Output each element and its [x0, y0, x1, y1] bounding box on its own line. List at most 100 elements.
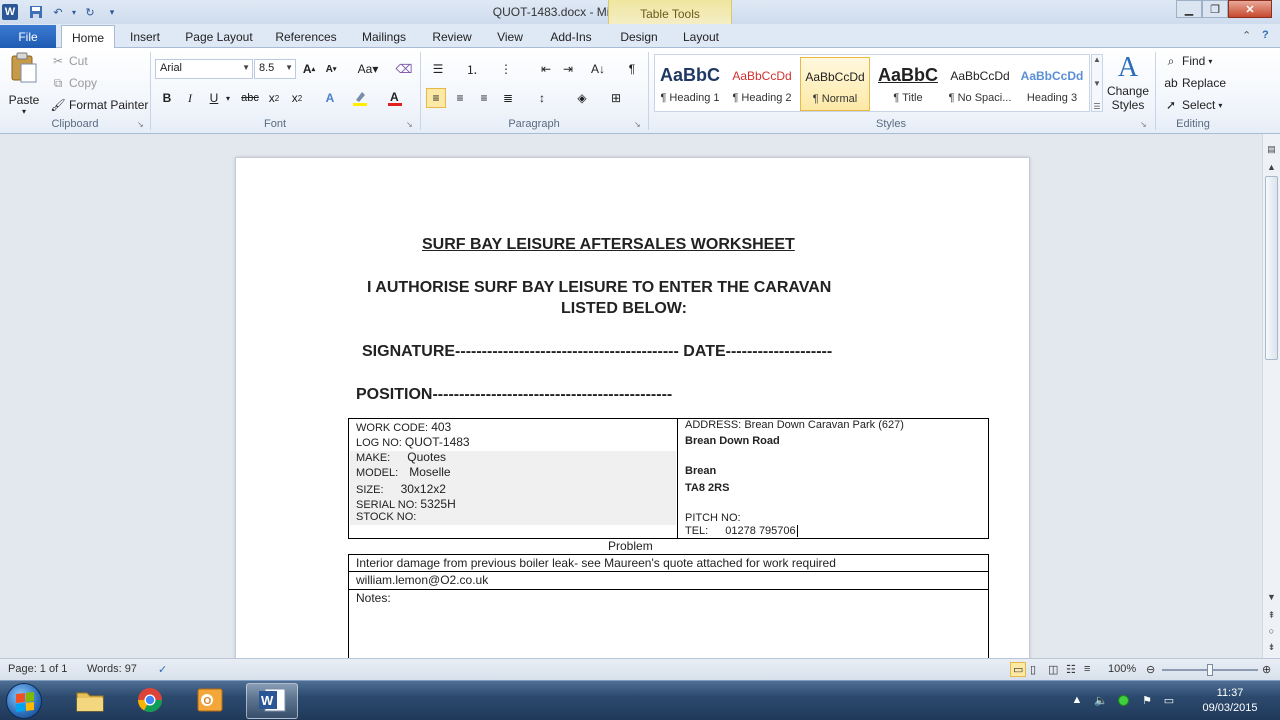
scroll-up-icon[interactable]: ▲	[1263, 160, 1280, 174]
clipboard-launcher-icon[interactable]: ↘	[137, 120, 144, 129]
copy-button[interactable]: ⧉ Copy	[50, 75, 97, 91]
file-explorer-taskbar-button[interactable]	[64, 683, 116, 719]
paragraph-launcher-icon[interactable]: ↘	[634, 120, 641, 129]
save-icon[interactable]	[28, 4, 44, 20]
line-spacing-icon[interactable]: ↕	[532, 88, 552, 108]
align-right-icon[interactable]: ≡	[474, 88, 494, 108]
vertical-scrollbar[interactable]: ▤ ▲ ▼ ⇞ ○ ⇟	[1262, 134, 1280, 658]
tab-page-layout[interactable]: Page Layout	[180, 25, 258, 48]
bullets-icon[interactable]: ☰	[428, 59, 448, 79]
notes-box[interactable]: Notes:	[348, 589, 989, 658]
borders-icon[interactable]: ⊞	[606, 88, 626, 108]
network-status-icon[interactable]	[1116, 693, 1130, 707]
sort-icon[interactable]: A↓	[588, 59, 608, 79]
tab-references[interactable]: References	[270, 25, 342, 48]
tab-view[interactable]: View	[490, 25, 530, 48]
style-heading-3[interactable]: AaBbCcDd Heading 3	[1017, 57, 1087, 111]
change-styles-button[interactable]: A Change Styles	[1106, 52, 1150, 112]
style-heading-1[interactable]: AaBbC ¶ Heading 1	[655, 57, 725, 111]
proofing-icon[interactable]: ✓	[158, 663, 167, 676]
font-name-combo[interactable]: Arial ▼	[155, 59, 253, 79]
decrease-indent-icon[interactable]: ⇤	[536, 59, 556, 79]
redo-icon[interactable]: ↻	[82, 4, 98, 20]
outlook-taskbar-button[interactable]: O	[184, 683, 236, 719]
style-normal[interactable]: AaBbCcDd ¶ Normal	[800, 57, 870, 111]
chrome-taskbar-button[interactable]	[124, 683, 176, 719]
tab-review[interactable]: Review	[426, 25, 478, 48]
show-hidden-icons-icon[interactable]: ▲	[1070, 693, 1084, 707]
word-app-icon[interactable]: W	[2, 4, 18, 20]
customize-toolbar-icon[interactable]: ▾	[104, 4, 120, 20]
draft-icon[interactable]: ≡	[1084, 663, 1090, 675]
close-button[interactable]: ✕	[1228, 0, 1272, 18]
shading-icon[interactable]: ◈	[572, 88, 592, 108]
previous-page-icon[interactable]: ⇞	[1263, 608, 1280, 622]
document-page[interactable]: SURF BAY LEISURE AFTERSALES WORKSHEET I …	[235, 157, 1030, 658]
zoom-in-icon[interactable]: ⊕	[1262, 663, 1271, 676]
bold-icon[interactable]: B	[157, 88, 177, 108]
zoom-level[interactable]: 100%	[1108, 663, 1136, 675]
italic-icon[interactable]: I	[180, 88, 200, 108]
web-layout-icon[interactable]: ◫	[1048, 663, 1058, 676]
pilcrow-icon[interactable]: ¶	[622, 59, 642, 79]
undo-icon[interactable]: ↶	[50, 4, 66, 20]
numbering-icon[interactable]: ⒈	[462, 59, 482, 79]
tab-insert[interactable]: Insert	[122, 25, 168, 48]
underline-dropdown-icon[interactable]: ▾	[222, 88, 234, 108]
tab-design[interactable]: Design	[612, 25, 666, 48]
replace-button[interactable]: ab Replace	[1163, 75, 1226, 91]
outline-icon[interactable]: ☷	[1066, 663, 1076, 676]
minimize-button[interactable]: ▁	[1176, 0, 1202, 18]
zoom-out-icon[interactable]: ⊖	[1146, 663, 1155, 676]
word-count[interactable]: Words: 97	[87, 663, 137, 675]
minimize-ribbon-icon[interactable]: ⌃	[1242, 29, 1251, 42]
display-icon[interactable]: ▭	[1162, 693, 1176, 707]
select-button[interactable]: ➚ Select ▾	[1163, 97, 1222, 113]
superscript-icon[interactable]: x2	[287, 88, 307, 108]
style-title[interactable]: AaBbC ¶ Title	[873, 57, 943, 111]
print-layout-icon[interactable]: ▭	[1010, 662, 1027, 677]
subscript-icon[interactable]: x2	[264, 88, 284, 108]
increase-indent-icon[interactable]: ⇥	[558, 59, 578, 79]
undo-dropdown-icon[interactable]: ▾	[66, 4, 82, 20]
paste-button[interactable]: Paste ▾	[6, 52, 42, 116]
styles-scroll[interactable]: ▲ ▼ ☰	[1091, 54, 1103, 112]
underline-icon[interactable]: U	[204, 88, 224, 108]
tab-home[interactable]: Home	[61, 25, 115, 49]
clear-formatting-icon[interactable]: ⌫	[394, 59, 414, 79]
tab-mailings[interactable]: Mailings	[354, 25, 414, 48]
volume-icon[interactable]: 🔈	[1094, 693, 1108, 707]
font-color-icon[interactable]: A	[385, 88, 405, 108]
full-screen-reading-icon[interactable]: ▯	[1030, 663, 1036, 676]
strikethrough-icon[interactable]: abc	[240, 88, 260, 108]
cut-button[interactable]: ✂ Cut	[50, 53, 88, 69]
tab-add-ins[interactable]: Add-Ins	[542, 25, 600, 48]
highlight-icon[interactable]	[350, 88, 370, 108]
word-taskbar-button[interactable]: W	[246, 683, 298, 719]
multilevel-list-icon[interactable]: ⋮	[496, 59, 516, 79]
problem-description[interactable]: Interior damage from previous boiler lea…	[348, 554, 989, 572]
ruler-toggle-icon[interactable]: ▤	[1263, 142, 1280, 156]
tab-layout[interactable]: Layout	[674, 25, 728, 48]
find-button[interactable]: ⌕ Find ▾	[1163, 53, 1213, 69]
tab-file[interactable]: File	[0, 25, 56, 48]
page-count[interactable]: Page: 1 of 1	[8, 663, 67, 675]
style-no-spacing[interactable]: AaBbCcDd ¶ No Spaci...	[945, 57, 1015, 111]
scroll-down-icon[interactable]: ▼	[1263, 590, 1280, 604]
help-icon[interactable]: ?	[1262, 29, 1269, 41]
customer-email[interactable]: william.lemon@O2.co.uk	[348, 571, 989, 590]
align-center-icon[interactable]: ≡	[450, 88, 470, 108]
zoom-slider-thumb[interactable]	[1207, 664, 1213, 676]
align-left-icon[interactable]: ≡	[426, 88, 446, 108]
document-area[interactable]: SURF BAY LEISURE AFTERSALES WORKSHEET I …	[0, 134, 1262, 658]
browse-object-icon[interactable]: ○	[1263, 624, 1280, 638]
next-page-icon[interactable]: ⇟	[1263, 640, 1280, 654]
font-size-combo[interactable]: 8.5 ▼	[254, 59, 296, 79]
styles-launcher-icon[interactable]: ↘	[1140, 120, 1147, 129]
shrink-font-icon[interactable]: A ▾	[321, 59, 341, 79]
maximize-button[interactable]: ❐	[1202, 0, 1228, 18]
text-effects-icon[interactable]: A	[320, 88, 340, 108]
justify-icon[interactable]: ≣	[498, 88, 518, 108]
format-painter-button[interactable]: 🖌 Format Painter	[50, 97, 148, 113]
style-heading-2[interactable]: AaBbCcDd ¶ Heading 2	[727, 57, 797, 111]
